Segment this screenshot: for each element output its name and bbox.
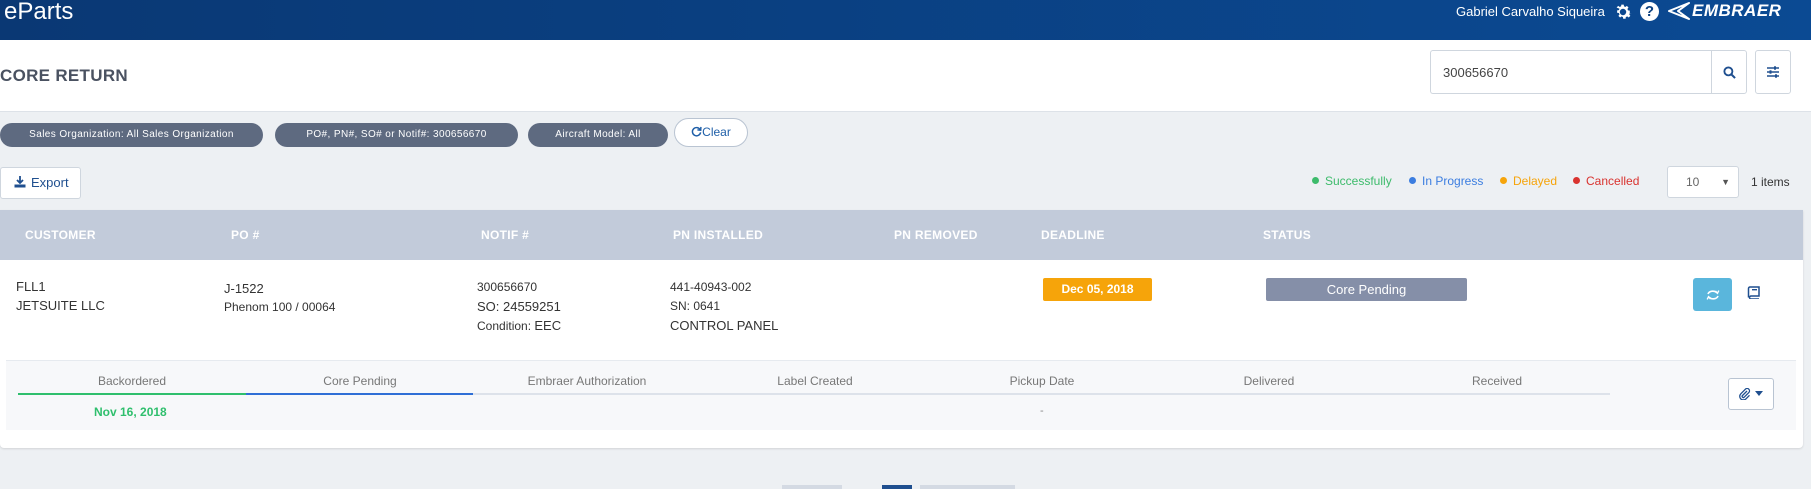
help-icon[interactable]: ? — [1640, 2, 1659, 21]
po-cell: J-1522 Phenom 100 / 00064 — [224, 279, 335, 317]
pn-installed-cell: 441-40943-002 SN: 0641 CONTROL PANEL — [670, 278, 778, 335]
paperclip-icon — [1739, 388, 1751, 400]
notif-number: 300656670 — [477, 280, 538, 294]
deadline-badge: Dec 05, 2018 — [1043, 278, 1152, 301]
customer-code: FLL1 — [16, 279, 46, 294]
column-header-status[interactable]: STATUS — [1263, 228, 1311, 242]
condition-label: Condition: — [477, 319, 532, 333]
items-count: 1 items — [1751, 175, 1790, 189]
page-header: CORE RETURN — [0, 40, 1811, 112]
pagination-button[interactable] — [782, 485, 842, 489]
column-header-pn-installed[interactable]: PN INSTALLED — [673, 228, 763, 242]
legend-successfully: Successfully — [1312, 174, 1392, 188]
clear-label: Clear — [702, 125, 731, 139]
sliders-icon — [1767, 66, 1779, 78]
so-number: SO: 24559251 — [477, 299, 561, 314]
pickup-date-value: - — [1040, 405, 1044, 417]
caret-down-icon — [1755, 391, 1763, 396]
aircraft-info: Phenom 100 / 00064 — [224, 300, 336, 314]
export-button[interactable]: Export — [0, 167, 81, 199]
table-header: CUSTOMER PO # NOTIF # PN INSTALLED PN RE… — [0, 210, 1803, 260]
condition-value: EEC — [534, 318, 562, 333]
serial-number: SN: 0641 — [670, 299, 721, 313]
tracking-line-in-progress — [246, 393, 473, 395]
filter-chip-search[interactable]: PO#, PN#, SO# or Notif#: 300656670 — [275, 123, 518, 147]
refresh-icon — [691, 126, 702, 137]
advanced-filter-button[interactable] — [1755, 50, 1791, 94]
column-header-deadline[interactable]: DEADLINE — [1041, 228, 1105, 242]
column-header-customer[interactable]: CUSTOMER — [25, 228, 96, 242]
legend-label: Cancelled — [1586, 174, 1640, 188]
column-header-pn-removed[interactable]: PN REMOVED — [894, 228, 978, 242]
chevron-down-icon: ▼ — [1721, 177, 1730, 187]
step-embraer-authorization: Embraer Authorization — [527, 374, 647, 388]
legend-in-progress: In Progress — [1409, 174, 1483, 188]
search-icon — [1722, 65, 1736, 79]
gear-icon[interactable] — [1612, 1, 1634, 23]
step-core-pending: Core Pending — [323, 374, 397, 388]
search-input[interactable] — [1430, 50, 1711, 94]
legend-delayed: Delayed — [1500, 174, 1557, 188]
legend-dot — [1312, 177, 1319, 184]
column-header-notif[interactable]: NOTIF # — [481, 228, 529, 242]
notif-cell: 300656670 SO: 24559251 Condition: EEC — [477, 278, 561, 336]
step-received: Received — [1471, 374, 1523, 388]
pn-installed: 441-40943-002 — [670, 280, 752, 294]
customer-cell: FLL1 JETSUITE LLC — [16, 277, 105, 315]
legend-dot — [1409, 177, 1416, 184]
customer-name: JETSUITE LLC — [16, 298, 105, 313]
step-backordered: Backordered — [97, 374, 167, 388]
sync-button[interactable] — [1693, 278, 1732, 311]
tracking-line-complete — [18, 393, 246, 395]
search-button[interactable] — [1711, 50, 1747, 94]
tracking-progress: Backordered Core Pending Embraer Authori… — [6, 360, 1796, 430]
page-size-select[interactable]: 10 ▼ — [1667, 166, 1739, 198]
legend-cancelled: Cancelled — [1573, 174, 1639, 188]
book-icon[interactable] — [1747, 286, 1760, 299]
legend-dot — [1500, 177, 1507, 184]
column-header-po[interactable]: PO # — [231, 228, 260, 242]
clear-filters-button[interactable]: Clear — [674, 118, 748, 147]
legend-label: Delayed — [1513, 174, 1558, 188]
part-description: CONTROL PANEL — [670, 318, 779, 333]
status-badge: Core Pending — [1266, 278, 1467, 301]
step-label-created: Label Created — [777, 374, 853, 388]
embraer-logo: EMBRAER — [1668, 0, 1781, 22]
core-return-table: CUSTOMER PO # NOTIF # PN INSTALLED PN RE… — [0, 210, 1803, 448]
page-size-value: 10 — [1686, 175, 1700, 189]
download-icon — [14, 176, 26, 188]
app-brand[interactable]: eParts — [4, 0, 73, 24]
pagination-button[interactable] — [920, 485, 1015, 489]
filter-chip-sales-org[interactable]: Sales Organization: All Sales Organizati… — [0, 123, 263, 147]
user-name[interactable]: Gabriel Carvalho Siqueira — [1456, 5, 1605, 19]
filter-chip-aircraft-model[interactable]: Aircraft Model: All — [528, 123, 668, 147]
backordered-date: Nov 16, 2018 — [94, 405, 167, 419]
pagination-current[interactable] — [882, 485, 912, 489]
logo-wordmark: EMBRAER — [1692, 1, 1782, 20]
condition: Condition: EEC — [477, 316, 561, 336]
legend-label: In Progress — [1422, 174, 1484, 188]
step-delivered: Delivered — [1243, 374, 1295, 388]
legend-dot — [1573, 177, 1580, 184]
embraer-wing-icon — [1668, 2, 1690, 20]
top-navbar: eParts Gabriel Carvalho Siqueira ? EMBRA… — [0, 0, 1811, 40]
export-label: Export — [31, 175, 69, 190]
sync-icon — [1706, 289, 1719, 300]
legend-label: Successfully — [1325, 174, 1392, 188]
attachment-dropdown-button[interactable] — [1728, 378, 1774, 410]
step-pickup-date: Pickup Date — [1009, 374, 1075, 388]
po-number: J-1522 — [224, 281, 264, 296]
page-title: CORE RETURN — [0, 66, 128, 85]
